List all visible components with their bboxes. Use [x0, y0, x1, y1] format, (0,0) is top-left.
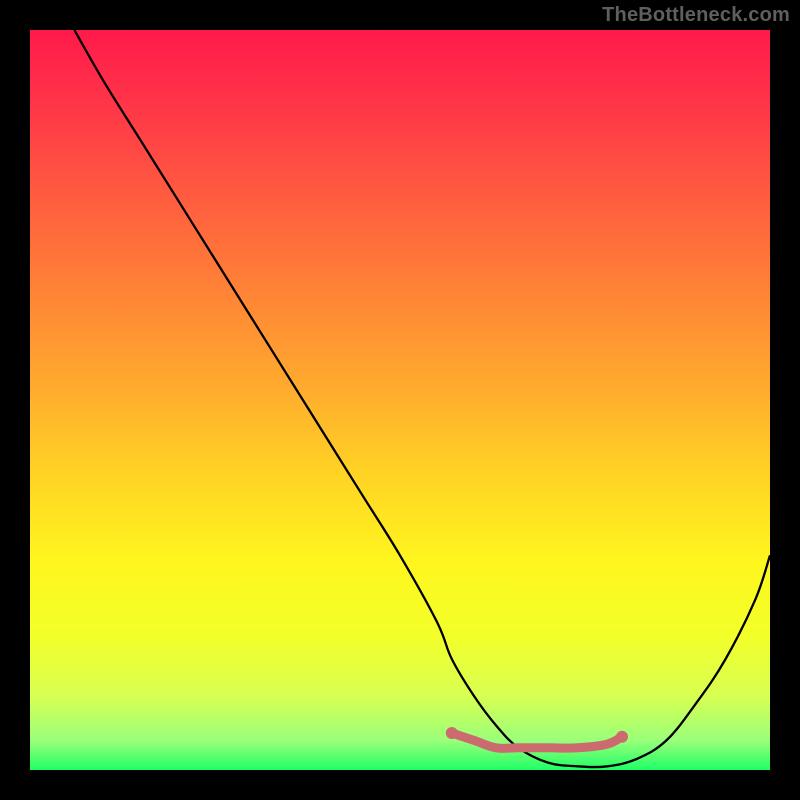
- balanced-zone-end-dot: [616, 731, 628, 743]
- balanced-zone-start-dot: [446, 727, 458, 739]
- chart-plot-area: [30, 30, 770, 770]
- watermark-text: TheBottleneck.com: [602, 4, 790, 27]
- chart-frame: TheBottleneck.com: [0, 0, 800, 800]
- chart-svg: [30, 30, 770, 770]
